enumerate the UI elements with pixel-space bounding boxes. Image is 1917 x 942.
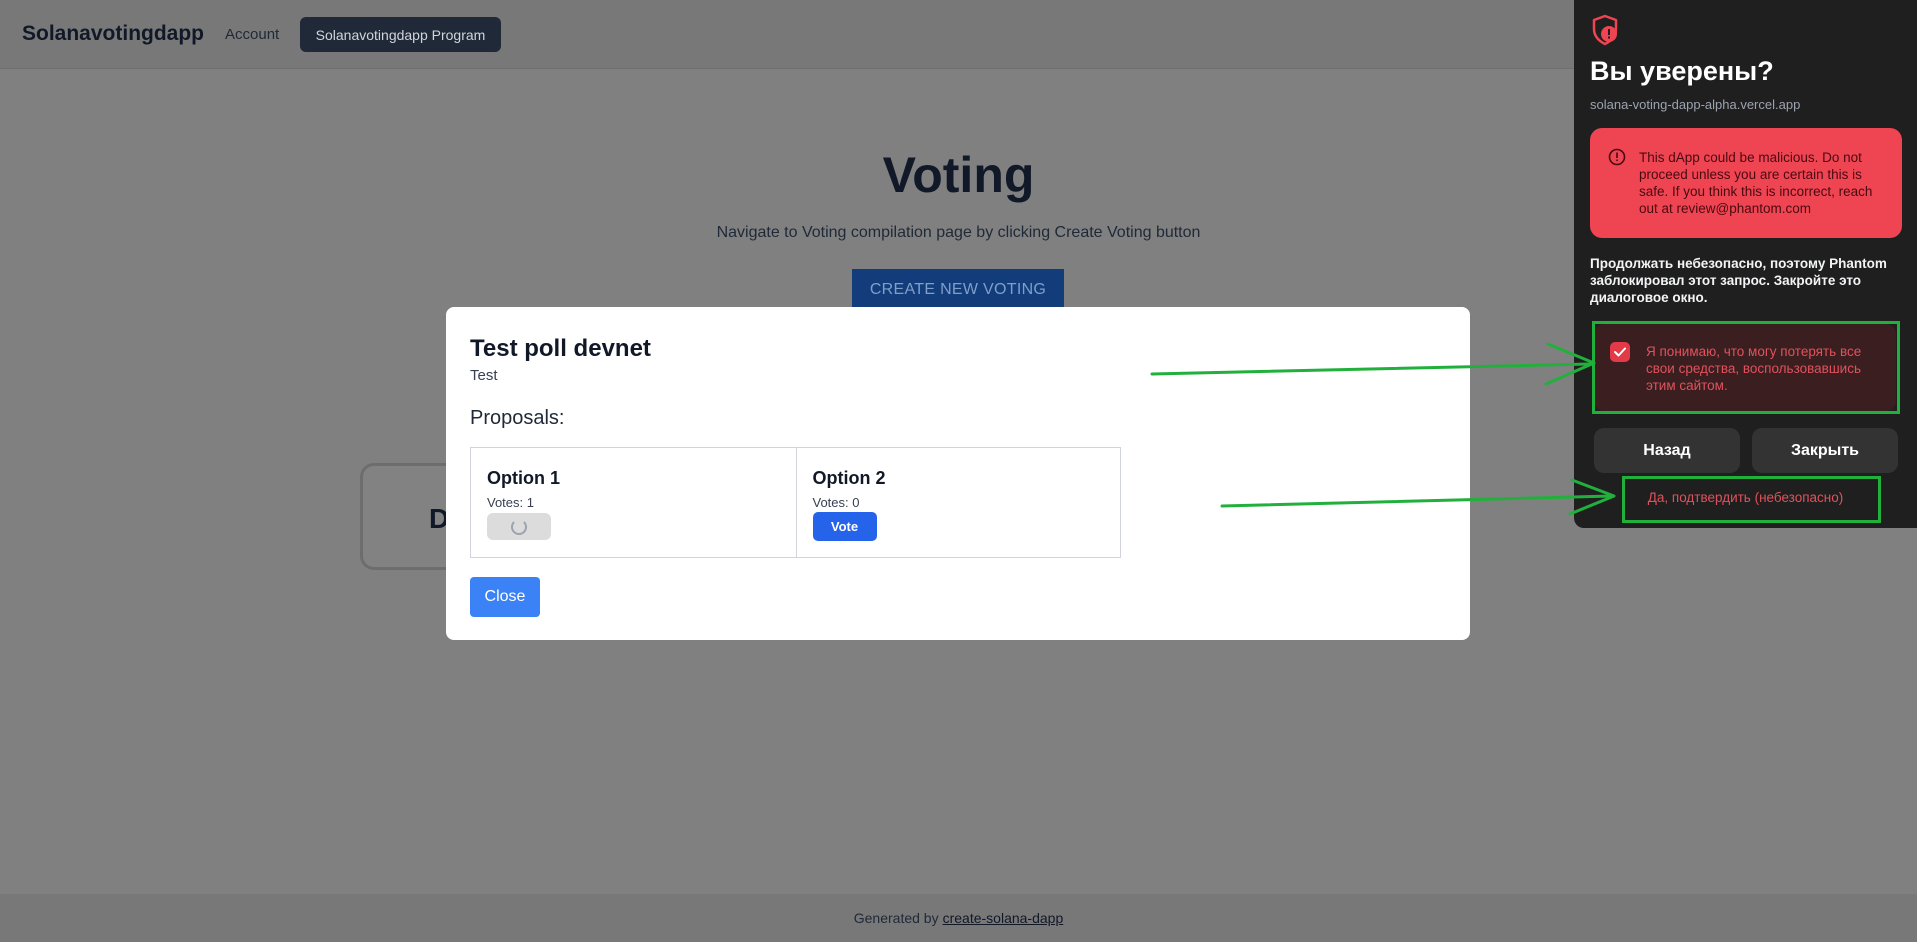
- spinner-icon: [511, 518, 527, 535]
- nav-account-link[interactable]: Account: [225, 26, 279, 43]
- modal-title: Test poll devnet: [470, 335, 651, 362]
- footer-link[interactable]: create-solana-dapp: [943, 910, 1064, 926]
- close-popup-button[interactable]: Закрыть: [1752, 428, 1898, 473]
- footer-text: Generated by: [853, 910, 939, 926]
- proposals-grid: Option 1 Votes: 1 Option 2 Votes: 0 Vote: [470, 447, 1121, 558]
- brand-logo-text[interactable]: Solanavotingdapp: [22, 22, 204, 46]
- proposal-votes: Votes: 0: [812, 495, 860, 510]
- create-new-voting-button[interactable]: CREATE NEW VOTING: [852, 269, 1064, 310]
- proposal-card: Option 2 Votes: 0 Vote: [795, 448, 1121, 557]
- popup-title: Вы уверены?: [1590, 56, 1774, 86]
- popup-domain: solana-voting-dapp-alpha.vercel.app: [1590, 97, 1801, 112]
- nav-program-button[interactable]: Solanavotingdapp Program: [300, 17, 501, 52]
- vote-button-loading[interactable]: [487, 513, 551, 540]
- footer: Generated by create-solana-dapp: [0, 894, 1917, 942]
- malicious-warning-box: This dApp could be malicious. Do not pro…: [1590, 128, 1902, 238]
- proposal-card: Option 1 Votes: 1: [471, 448, 796, 557]
- vote-button[interactable]: Vote: [812, 512, 877, 541]
- annotation-box-checkbox: [1592, 321, 1900, 414]
- proposal-votes: Votes: 1: [487, 495, 534, 510]
- annotation-box-confirm: [1622, 476, 1881, 523]
- shield-warning-icon: [1592, 14, 1618, 46]
- warning-text: This dApp could be malicious. Do not pro…: [1639, 150, 1873, 216]
- blocked-info-text: Продолжать небезопасно, поэтому Phantom …: [1590, 256, 1887, 305]
- proposal-name: Option 2: [812, 468, 886, 488]
- modal-close-button[interactable]: Close: [470, 577, 540, 617]
- modal-description: Test: [470, 367, 498, 384]
- poll-modal: Test poll devnet Test Proposals: Option …: [446, 307, 1470, 640]
- proposal-name: Option 1: [487, 468, 560, 488]
- proposals-heading: Proposals:: [470, 407, 565, 429]
- phantom-warning-popup: Вы уверены? solana-voting-dapp-alpha.ver…: [1574, 0, 1917, 528]
- alert-circle-icon: [1608, 148, 1626, 166]
- back-button[interactable]: Назад: [1594, 428, 1740, 473]
